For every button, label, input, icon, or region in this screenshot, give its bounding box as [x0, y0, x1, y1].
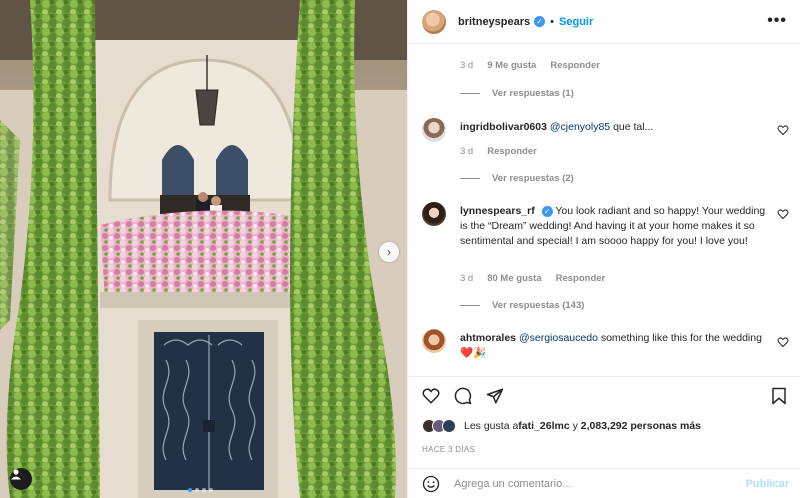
commenter-avatar[interactable]	[422, 118, 446, 142]
liker-username[interactable]: fati_26lmc	[518, 420, 569, 432]
comment-item: ingridbolivar0603 @cjenyoly85 que tal...	[422, 118, 770, 142]
comment-body: que tal...	[610, 121, 654, 133]
commenter-username[interactable]: ahtmorales	[460, 332, 516, 344]
commenter-avatar[interactable]	[422, 202, 446, 226]
share-send-icon[interactable]	[486, 387, 504, 405]
like-comment-heart-icon[interactable]	[777, 208, 789, 220]
view-replies-button[interactable]: Ver respuestas (2)	[460, 173, 574, 184]
likes-summary: Les gusta a fati_26lmc y 2,083,292 perso…	[422, 419, 701, 433]
author-username[interactable]: britneyspears	[458, 16, 530, 28]
post-photo[interactable]: ›	[0, 0, 407, 498]
view-replies-button[interactable]: Ver respuestas (143)	[460, 300, 584, 311]
reply-button[interactable]: Responder	[487, 146, 537, 157]
chevron-right-icon: ›	[387, 245, 391, 259]
view-replies-label: Ver respuestas (1)	[492, 88, 574, 99]
like-comment-heart-icon[interactable]	[777, 336, 789, 348]
more-options-icon[interactable]: •••	[767, 12, 787, 30]
carousel-dot	[188, 488, 192, 492]
replies-line	[460, 178, 480, 179]
comment-likes[interactable]: 9 Me gusta	[487, 60, 536, 71]
comment-emoji: ❤️🎉	[460, 347, 487, 359]
instagram-post-view: › britneyspears ✓ • Seguir ••• 3 d 9 Me …	[0, 0, 800, 498]
wedding-balcony-image	[0, 0, 407, 498]
comment-age: 3 d	[460, 60, 474, 71]
likes-count[interactable]: 2,083,292 personas más	[581, 420, 701, 432]
comments-list: 3 d 9 Me gusta Responder Ver respuestas …	[408, 44, 800, 376]
replies-line	[460, 305, 480, 306]
comment-item: ahtmorales @sergiosaucedo something like…	[422, 329, 770, 361]
like-comment-heart-icon[interactable]	[777, 124, 789, 136]
carousel-dot	[209, 488, 213, 492]
likes-prefix: Les gusta a	[464, 420, 519, 432]
verified-badge-icon: ✓	[534, 16, 546, 27]
separator: •	[550, 15, 555, 28]
liker-avatar[interactable]	[442, 419, 456, 433]
add-comment-bar: Publicar	[408, 468, 800, 498]
commenter-username[interactable]: lynnespears_rf	[460, 205, 535, 217]
commenter-username[interactable]: ingridbolivar0603	[460, 121, 547, 133]
comment-text: ingridbolivar0603 @cjenyoly85 que tal...	[460, 120, 770, 142]
carousel-dot	[202, 488, 206, 492]
post-side-panel: britneyspears ✓ • Seguir ••• 3 d 9 Me gu…	[407, 0, 800, 498]
carousel-dot	[195, 488, 199, 492]
view-replies-label: Ver respuestas (2)	[492, 173, 574, 184]
comment-meta: 3 d Responder	[460, 146, 537, 157]
reply-button[interactable]: Responder	[550, 60, 600, 71]
view-replies-label: Ver respuestas (143)	[492, 300, 585, 311]
comment-mention[interactable]: @sergiosaucedo	[519, 332, 598, 344]
replies-line	[460, 93, 480, 94]
post-timestamp: HACE 3 DÍAS	[422, 445, 476, 454]
verified-badge-icon: ✓	[541, 205, 553, 217]
action-icons	[422, 387, 504, 405]
save-bookmark-icon[interactable]	[771, 387, 787, 405]
user-icon	[11, 469, 21, 480]
emoji-smiley-icon[interactable]	[422, 475, 440, 493]
comment-meta: 3 d 9 Me gusta Responder	[460, 60, 600, 71]
next-photo-button[interactable]: ›	[379, 242, 399, 262]
comment-body: something like this for the wedding	[597, 332, 762, 344]
carousel-indicator	[188, 488, 213, 492]
comment-mention[interactable]: @cjenyoly85	[550, 121, 610, 133]
follow-button[interactable]: Seguir	[559, 16, 593, 28]
comment-meta: 3 d 80 Me gusta Responder	[460, 273, 605, 284]
comment-age: 3 d	[460, 273, 474, 284]
comment-age: 3 d	[460, 146, 474, 157]
commenter-avatar[interactable]	[422, 329, 446, 353]
comment-text: lynnespears_rf ✓ You look radiant and so…	[460, 204, 770, 249]
publish-button[interactable]: Publicar	[746, 478, 789, 490]
comment-input[interactable]	[454, 478, 724, 490]
post-header: britneyspears ✓ • Seguir •••	[408, 0, 800, 44]
comment-text: ahtmorales @sergiosaucedo something like…	[460, 331, 770, 361]
likes-conjunction: y	[569, 420, 581, 432]
author-avatar[interactable]	[422, 9, 446, 34]
comment-likes[interactable]: 80 Me gusta	[487, 273, 541, 284]
view-replies-button[interactable]: Ver respuestas (1)	[460, 88, 574, 99]
post-actions: Les gusta a fati_26lmc y 2,083,292 perso…	[408, 376, 800, 498]
comment-item: lynnespears_rf ✓ You look radiant and so…	[422, 202, 770, 249]
liker-avatars	[422, 419, 456, 433]
reply-button[interactable]: Responder	[556, 273, 606, 284]
comment-bubble-icon[interactable]	[454, 387, 472, 405]
tagged-users-button[interactable]	[10, 468, 32, 490]
like-heart-icon[interactable]	[422, 387, 440, 405]
